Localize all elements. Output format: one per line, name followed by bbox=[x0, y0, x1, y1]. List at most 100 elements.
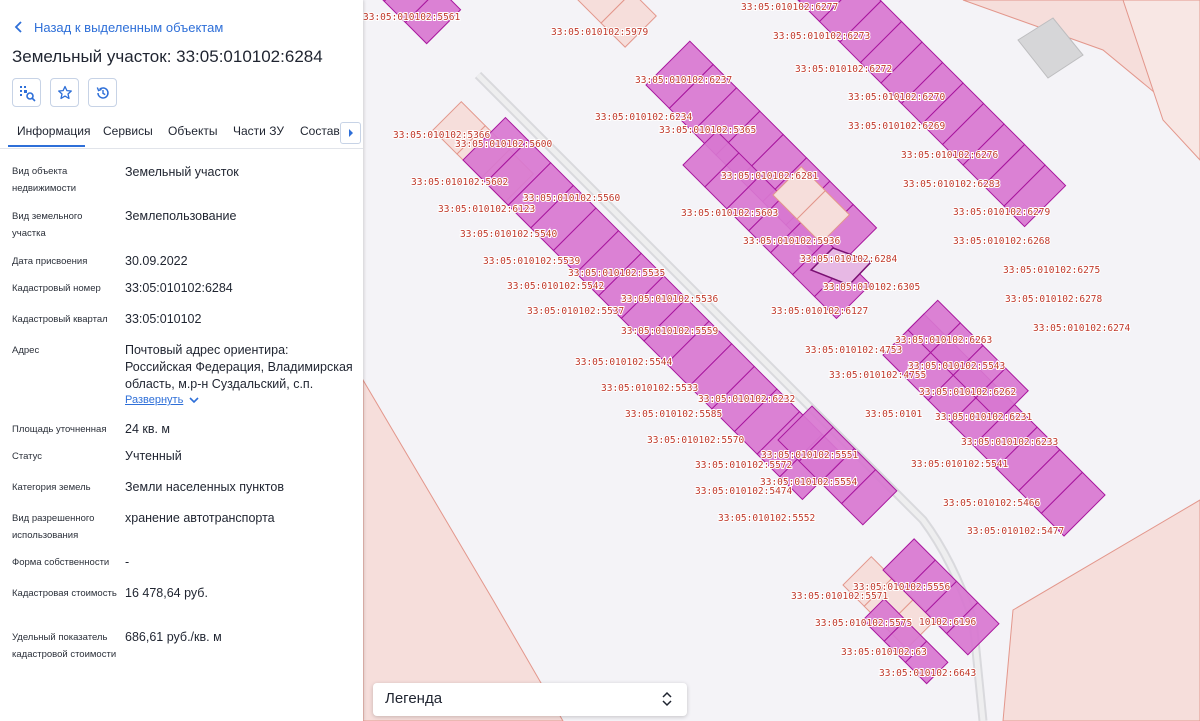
background-parcel bbox=[1122, 0, 1200, 161]
parcel-label: 33:05:010102:5560 bbox=[523, 193, 621, 204]
parcel-label: 33:05:010102:5585 bbox=[625, 409, 722, 420]
parcel-label: 33:05:010102:5541 bbox=[911, 459, 1009, 470]
field-label-status: Статус bbox=[12, 451, 43, 462]
parcel-label: 33:05:010102:6278 bbox=[1005, 294, 1103, 305]
field-label-specific-value: Удельный показатель кадастровой стоимост… bbox=[12, 632, 117, 660]
parcel-label: 33:05:010102:4755 bbox=[829, 370, 926, 381]
parcel-label: 33:05:010102:5570 bbox=[647, 435, 745, 446]
expand-address-link[interactable]: Развернуть bbox=[125, 394, 200, 406]
parcel-label: 33:05:010102:5365 bbox=[659, 125, 756, 136]
parcel-label: 33:05:010102:6237 bbox=[635, 75, 732, 86]
field-label-land-category: Категория земель bbox=[12, 482, 91, 493]
parcel-label: 33:05:010102:5535 bbox=[568, 268, 665, 279]
parcel-label: 33:05:010102:6268 bbox=[953, 236, 1051, 247]
sort-arrows-icon bbox=[662, 691, 672, 707]
parcel-label: 33:05:010102:6275 bbox=[1003, 265, 1100, 276]
parcel-label: 10102:6196 bbox=[919, 617, 976, 628]
active-tab-indicator bbox=[8, 145, 85, 147]
field-label-assign-date: Дата присвоения bbox=[12, 256, 88, 267]
tabs-scroll-right-button[interactable] bbox=[340, 122, 361, 144]
parcel-label: 33:05:010102:5466 bbox=[943, 498, 1041, 509]
favorite-button[interactable] bbox=[50, 78, 79, 107]
parcel-label: 33:05:010102:5603 bbox=[681, 208, 778, 219]
field-value-area: 24 кв. м bbox=[125, 422, 171, 436]
field-value-land-category: Земли населенных пунктов bbox=[125, 480, 284, 494]
cadastral-map[interactable]: 33:05:010102:5561 33:05:010102:5979 33:05:… bbox=[363, 0, 1200, 721]
parcel-label: 33:05:010102:6123 bbox=[438, 204, 535, 215]
parcel-label: 33:05:010102:6262 bbox=[919, 387, 1016, 398]
parcel-label: 33:05:010102:6272 bbox=[795, 64, 892, 75]
tab-composition[interactable]: Состав bbox=[300, 124, 340, 138]
field-value-permitted-use: хранение автотранспорта bbox=[125, 511, 275, 525]
parcel-label: 33:05:010102:6270 bbox=[848, 92, 946, 103]
parcel-label: 33:05:010102:5561 bbox=[363, 12, 461, 23]
field-value-parcel-kind: Землепользование bbox=[125, 209, 237, 223]
select-area-button[interactable] bbox=[12, 78, 41, 107]
field-label-parcel-kind: Вид земельного участка bbox=[12, 211, 83, 239]
tab-services[interactable]: Сервисы bbox=[103, 124, 153, 138]
field-value-cadastral-number: 33:05:010102:6284 bbox=[125, 281, 233, 295]
page-title: Земельный участок: 33:05:010102:6284 bbox=[12, 47, 323, 66]
field-value-assign-date: 30.09.2022 bbox=[125, 254, 188, 268]
map-canvas: 33:05:010102:5561 33:05:010102:5979 33:05:… bbox=[363, 0, 1200, 721]
parcel-label: 33:05:010102:6263 bbox=[895, 335, 992, 346]
parcel-label: 33:05:010102:4753 bbox=[805, 345, 902, 356]
parcel-label: 33:05:010102:6284 bbox=[800, 254, 898, 265]
field-value-cadastral-value: 16 478,64 руб. bbox=[125, 586, 208, 600]
background-parcel bbox=[363, 379, 564, 721]
legend-dropdown[interactable]: Легенда bbox=[373, 683, 687, 716]
history-button[interactable] bbox=[88, 78, 117, 107]
parcel-label: 33:05:010102:5540 bbox=[460, 229, 558, 240]
parcel-strip bbox=[576, 0, 657, 48]
chevron-left-icon bbox=[14, 21, 22, 33]
parcel-label: 33:05:010102:5536 bbox=[621, 294, 719, 305]
parcel-label: 33:05:010102:6231 bbox=[935, 412, 1033, 423]
parcel-label: 33:05:0101 bbox=[865, 409, 922, 420]
field-value-object-type: Земельный участок bbox=[125, 165, 239, 179]
field-label-object-type: Вид объекта недвижимости bbox=[12, 166, 77, 194]
parcel-label: 33:05:010102:5537 bbox=[527, 306, 624, 317]
back-to-selected-link[interactable]: Назад к выделенным объектам bbox=[12, 18, 223, 36]
parcel-label: 33:05:010102:5542 bbox=[507, 281, 604, 292]
tab-objects[interactable]: Объекты bbox=[168, 124, 218, 138]
tab-bar: Информация Сервисы Объекты Части ЗУ Сост… bbox=[0, 118, 363, 149]
tab-information[interactable]: Информация bbox=[17, 124, 90, 138]
parcel-label: 33:05:010102:5979 bbox=[551, 27, 649, 38]
field-value-status: Учтенный bbox=[125, 449, 182, 463]
parcel-label: 33:05:010102:6234 bbox=[595, 112, 693, 123]
parcel-label: 33:05:010102:5544 bbox=[575, 357, 673, 368]
parcel-label: 33:05:010102:5539 bbox=[483, 256, 581, 267]
tab-parts[interactable]: Части ЗУ bbox=[233, 124, 284, 138]
field-label-area: Площадь уточненная bbox=[12, 424, 107, 435]
parcel-label: 33:05:010102:5477 bbox=[967, 526, 1064, 537]
parcel-label: 33:05:010102:6305 bbox=[823, 282, 920, 293]
parcel-label: 33:05:010102:5572 bbox=[695, 460, 792, 471]
back-link-label: Назад к выделенным объектам bbox=[34, 19, 224, 35]
chevron-down-icon bbox=[189, 397, 199, 404]
parcel-label: 33:05:010102:6277 bbox=[741, 2, 838, 13]
field-label-address: Адрес bbox=[12, 345, 40, 356]
parcel-label: 33:05:010102:6269 bbox=[848, 121, 946, 132]
history-icon bbox=[96, 86, 109, 99]
field-label-cadastral-value: Кадастровая стоимость bbox=[12, 588, 117, 599]
info-panel: Назад к выделенным объектам Земельный уч… bbox=[0, 0, 363, 721]
parcel-label: 33:05:010102:6274 bbox=[1033, 323, 1131, 334]
parcel-label: 33:05:010102:5559 bbox=[621, 326, 719, 337]
legend-label: Легенда bbox=[385, 690, 443, 707]
parcel-label: 33:05:010102:5571 bbox=[791, 591, 889, 602]
field-label-cadastral-number: Кадастровый номер bbox=[12, 283, 101, 294]
field-value-address: Почтовый адрес ориентира: Российская Фед… bbox=[125, 343, 353, 391]
toolbar bbox=[12, 78, 117, 107]
parcel-label: 33:05:010102:5533 bbox=[601, 383, 698, 394]
field-value-specific-value: 686,61 руб./кв. м bbox=[125, 630, 222, 644]
field-label-cadastral-quarter: Кадастровый квартал bbox=[12, 314, 108, 325]
parcel-label: 33:05:010102:6127 bbox=[771, 306, 868, 317]
parcel-label: 33:05:010102:5575 bbox=[815, 618, 912, 629]
field-label-permitted-use: Вид разрешенного использования bbox=[12, 513, 95, 541]
parcel-label: 33:05:010102:6276 bbox=[901, 150, 999, 161]
parcel-label: 33:05:010102:5552 bbox=[718, 513, 815, 524]
select-area-icon bbox=[19, 85, 36, 102]
parcel-label: 33:05:010102:5936 bbox=[743, 236, 841, 247]
parcel-label: 33:05:010102:63 bbox=[841, 647, 927, 658]
parcel-label: 33:05:010102:5602 bbox=[411, 177, 508, 188]
